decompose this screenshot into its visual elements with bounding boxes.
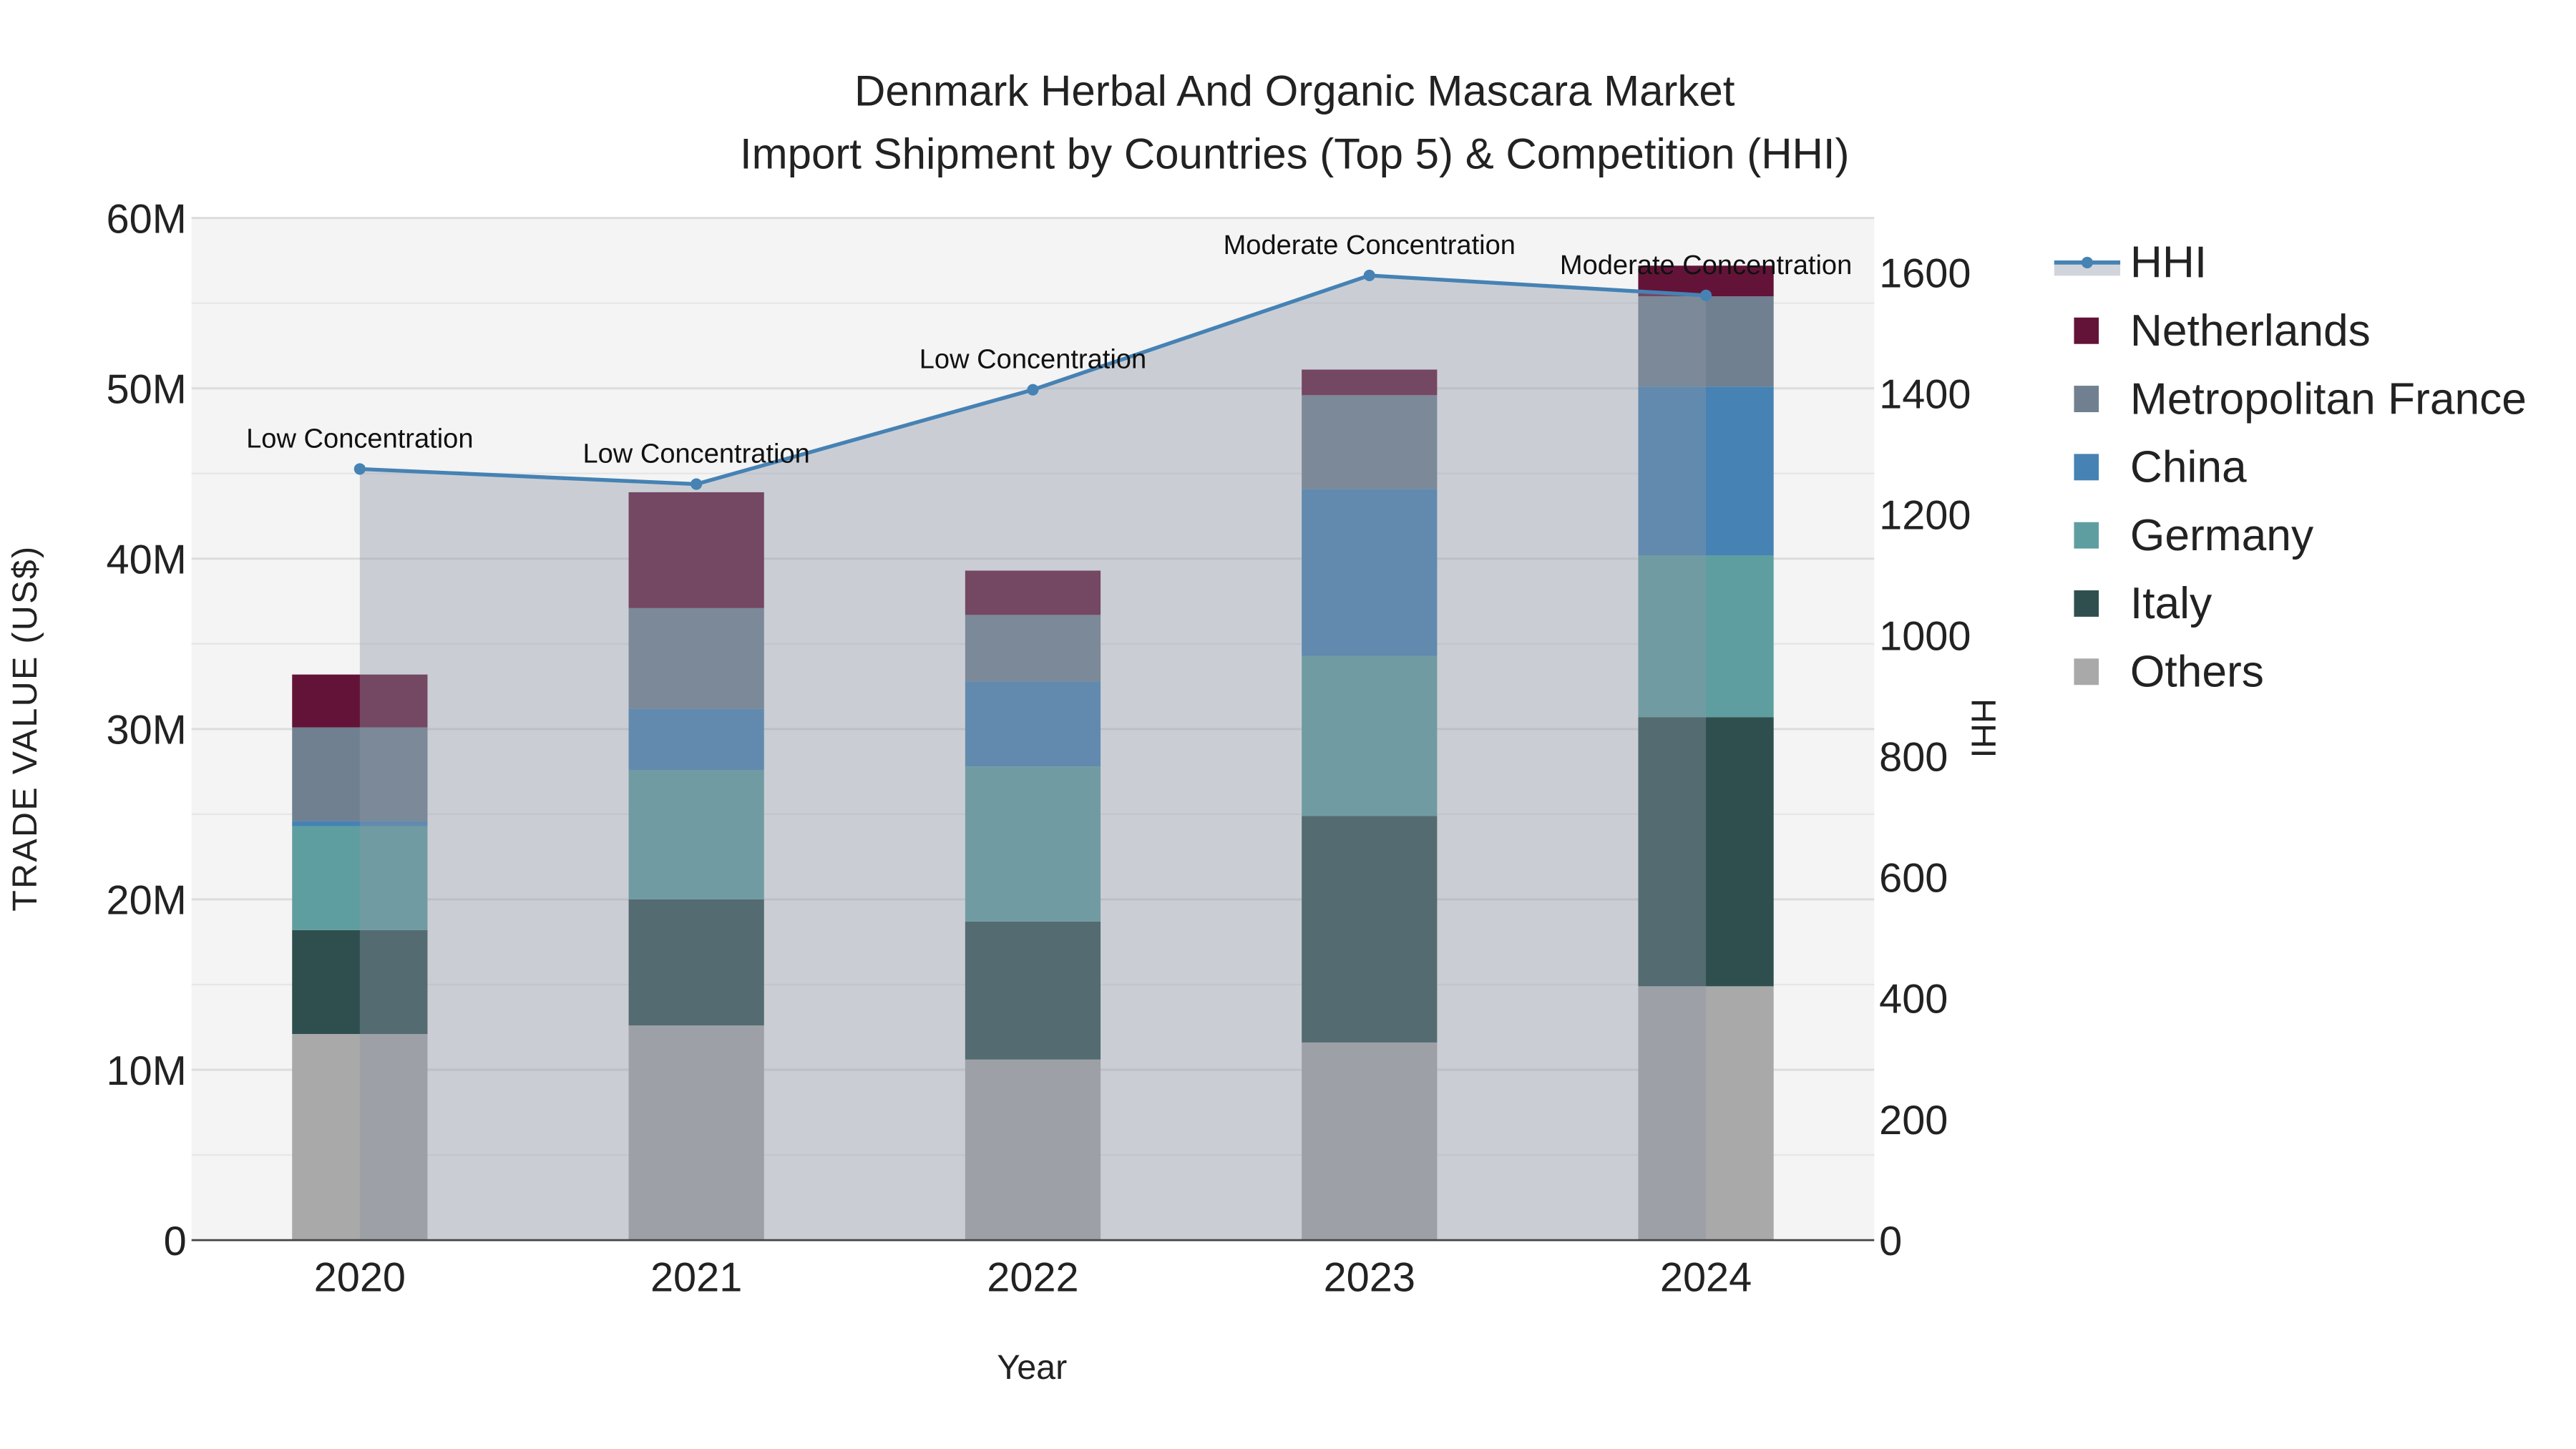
legend-hhi-marker — [2081, 256, 2093, 268]
legend-swatch — [2074, 454, 2099, 481]
legend-item[interactable]: Italy — [2074, 579, 2212, 628]
legend: HHI Netherlands Metropolitan France China Ge… — [2054, 238, 2527, 697]
hhi-point — [1700, 289, 1712, 301]
legend-label: China — [2130, 443, 2247, 492]
y2-tick-label: 800 — [1879, 735, 1948, 781]
legend-label: HHI — [2130, 238, 2207, 288]
chart-subtitle: Import Shipment by Countries (Top 5) & C… — [740, 130, 1850, 177]
y2-tick-label: 600 — [1879, 856, 1948, 902]
legend-item[interactable]: Others — [2074, 648, 2264, 697]
legend-label: Italy — [2130, 579, 2212, 628]
y-tick-label: 10M — [107, 1048, 187, 1094]
hhi-point — [1027, 384, 1039, 396]
x-tick-label: 2020 — [314, 1255, 406, 1301]
legend-item[interactable]: China — [2074, 443, 2247, 492]
legend-item[interactable]: Netherlands — [2074, 306, 2371, 356]
y2-tick-label: 1000 — [1879, 614, 1971, 660]
legend-label: Others — [2130, 648, 2264, 697]
y-tick-label: 40M — [107, 537, 187, 583]
y-tick-label: 60M — [107, 196, 187, 242]
legend-item[interactable]: Germany — [2074, 511, 2314, 560]
hhi-annotation: Low Concentration — [919, 345, 1146, 375]
x-tick-label: 2024 — [1660, 1255, 1752, 1301]
legend-item[interactable]: Metropolitan France — [2074, 374, 2527, 424]
hhi-point — [1363, 269, 1375, 281]
y-tick-label: 0 — [164, 1219, 187, 1264]
chart: 0 10M 20M 30M 40M 50M 60M 0 200 400 600 800 1000 1200… — [6, 67, 2527, 1387]
hhi-annotation: Moderate Concentration — [1224, 230, 1516, 260]
legend-item[interactable]: HHI — [2054, 238, 2207, 288]
y2-axis-title: HHI — [1963, 698, 2002, 758]
legend-swatch — [2074, 317, 2099, 344]
x-tick-label: 2023 — [1324, 1255, 1415, 1301]
legend-swatch — [2074, 522, 2099, 549]
y-tick-label: 30M — [107, 708, 187, 753]
hhi-point — [353, 463, 366, 475]
hhi-annotation: Moderate Concentration — [1560, 250, 1852, 280]
x-axis-title: Year — [997, 1348, 1067, 1387]
y2-tick-label: 1600 — [1879, 250, 1971, 296]
y2-tick-label: 1200 — [1879, 493, 1971, 539]
y-axis-title: TRADE VALUE (US$) — [6, 545, 44, 912]
hhi-point — [691, 478, 703, 490]
x-tick-label: 2021 — [650, 1255, 742, 1301]
legend-swatch — [2074, 590, 2099, 617]
legend-label: Metropolitan France — [2130, 374, 2527, 424]
legend-swatch — [2074, 658, 2099, 686]
y2-tick-label: 400 — [1879, 977, 1948, 1023]
y2-tick-label: 200 — [1879, 1098, 1948, 1143]
y2-tick-label: 1400 — [1879, 372, 1971, 418]
chart-title: Denmark Herbal And Organic Mascara Marke… — [854, 67, 1735, 115]
y-tick-label: 50M — [107, 366, 187, 412]
x-tick-label: 2022 — [987, 1255, 1078, 1301]
legend-swatch — [2074, 386, 2099, 412]
y2-tick-label: 0 — [1879, 1219, 1902, 1264]
y-tick-label: 20M — [107, 878, 187, 924]
hhi-annotation: Low Concentration — [582, 439, 809, 469]
legend-label: Netherlands — [2130, 306, 2371, 356]
legend-label: Germany — [2130, 511, 2314, 560]
hhi-annotation: Low Concentration — [246, 424, 473, 454]
